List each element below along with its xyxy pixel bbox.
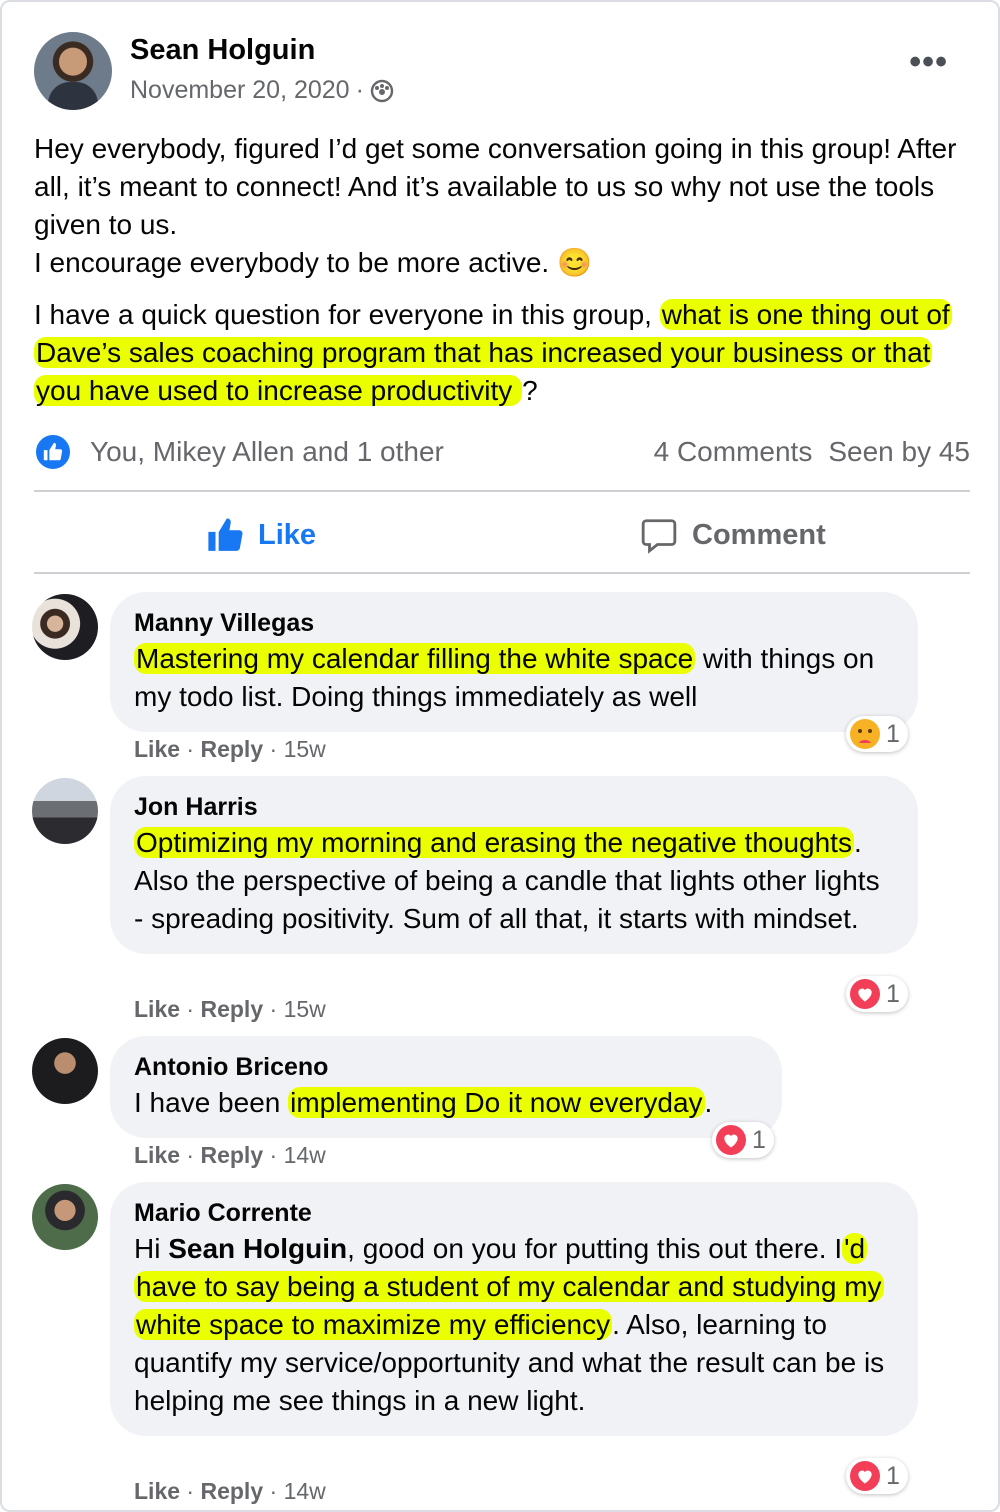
reaction-count: 1 [886,719,900,748]
like-button[interactable]: Like [206,510,316,560]
comment-bubble: Antonio Briceno I have been implementing… [110,1036,782,1138]
comment-mid: , good on you for putting this out there… [347,1233,843,1264]
comment-like-link[interactable]: Like [134,1142,180,1168]
comment-reaction[interactable]: 1 [846,976,908,1012]
comment-actions: Like · Reply · 14w [134,1478,326,1504]
reaction-count: 1 [886,979,900,1008]
commenter-avatar[interactable] [32,594,98,660]
comment-text: Optimizing my morning and erasing the ne… [134,824,894,938]
author-avatar[interactable] [34,32,112,110]
post-card: Sean Holguin November 20, 2020 · ••• Hey… [0,0,1000,1512]
comment-reaction[interactable]: 1 [846,1458,908,1494]
comment-reply-link[interactable]: Reply [200,1142,263,1168]
commenter-avatar[interactable] [32,778,98,844]
thumbs-up-icon [208,518,243,551]
comment-actions: Like · Reply · 15w [134,996,326,1022]
post-stats: 4 Comments Seen by 45 [654,436,970,468]
question-plain: I have a quick question for everyone in … [34,299,660,330]
meta-separator: · [355,76,364,104]
post-date[interactable]: November 20, 2020 [130,76,350,105]
comment-bubble: Manny Villegas Mastering my calendar fil… [110,592,918,732]
comment-reply-link[interactable]: Reply [200,996,263,1022]
comment-highlight: implementing Do it now everyday [288,1087,705,1118]
comment-like-link[interactable]: Like [134,996,180,1022]
comment-pre: Hi [134,1233,169,1264]
seen-by-count[interactable]: Seen by 45 [828,436,970,468]
question-mark: ? [522,375,538,406]
commenter-name[interactable]: Mario Corrente [134,1196,894,1230]
post-paragraph-1: Hey everybody, figured I’d get some conv… [34,133,957,240]
reaction-names[interactable]: You, Mikey Allen and 1 other [90,436,444,468]
divider [34,572,970,574]
comment-highlight: Optimizing my morning and erasing the ne… [134,827,854,858]
commenter-name[interactable]: Jon Harris [134,790,894,824]
comment-time[interactable]: 14w [284,1478,326,1504]
like-reaction-icon[interactable] [34,433,72,471]
commenter-name[interactable]: Manny Villegas [134,606,894,640]
comment-text: Hi Sean Holguin, good on you for putting… [134,1230,894,1420]
commenter-avatar[interactable] [32,1184,98,1250]
comment-reply-link[interactable]: Reply [200,1478,263,1504]
comment-rest: . [704,1087,713,1118]
love-heart-icon [716,1125,746,1155]
post-text: Hey everybody, figured I’d get some conv… [34,130,974,410]
comments-count[interactable]: 4 Comments [654,436,813,468]
author-name[interactable]: Sean Holguin [130,34,315,67]
divider [34,490,970,492]
comment-bubble: Mario Corrente Hi Sean Holguin, good on … [110,1182,918,1436]
reactions-summary: You, Mikey Allen and 1 other 4 Comments … [34,430,970,474]
comment-time[interactable]: 15w [284,996,326,1022]
more-options-icon[interactable]: ••• [909,45,948,79]
care-emoji-icon [850,719,880,749]
comment-actions: Like · Reply · 14w [134,1142,326,1168]
comment-button-label: Comment [692,518,826,551]
comment-bubble-icon [641,519,677,554]
love-heart-icon [850,979,880,1009]
comment-bubble: Jon Harris Optimizing my morning and era… [110,776,918,954]
post-paragraph-2: I encourage everybody to be more active.… [34,247,592,278]
comment-reply-link[interactable]: Reply [200,736,263,762]
commenter-name[interactable]: Antonio Briceno [134,1050,758,1084]
comment-highlight: Mastering my calendar filling the white … [134,643,696,674]
post-meta: November 20, 2020 · [130,76,394,105]
comment-time[interactable]: 14w [284,1142,326,1168]
comment-pre: I have been [134,1087,289,1118]
reaction-count: 1 [752,1125,766,1154]
post-question: I have a quick question for everyone in … [34,296,974,410]
comment-time[interactable]: 15w [284,736,326,762]
mentioned-user[interactable]: Sean Holguin [168,1233,347,1264]
comment-text: I have been implementing Do it now every… [134,1084,758,1122]
comment-reaction[interactable]: 1 [712,1122,774,1158]
comment-text: Mastering my calendar filling the white … [134,640,894,716]
like-button-label: Like [258,518,317,551]
comment-reaction[interactable]: 1 [846,716,908,752]
comment-like-link[interactable]: Like [134,1478,180,1504]
commenter-avatar[interactable] [32,1038,98,1104]
comment-like-link[interactable]: Like [134,736,180,762]
love-heart-icon [850,1461,880,1491]
group-audience-icon [370,79,394,103]
reaction-count: 1 [886,1461,900,1490]
comment-actions: Like · Reply · 15w [134,736,326,762]
comment-button[interactable]: Comment [640,510,826,560]
